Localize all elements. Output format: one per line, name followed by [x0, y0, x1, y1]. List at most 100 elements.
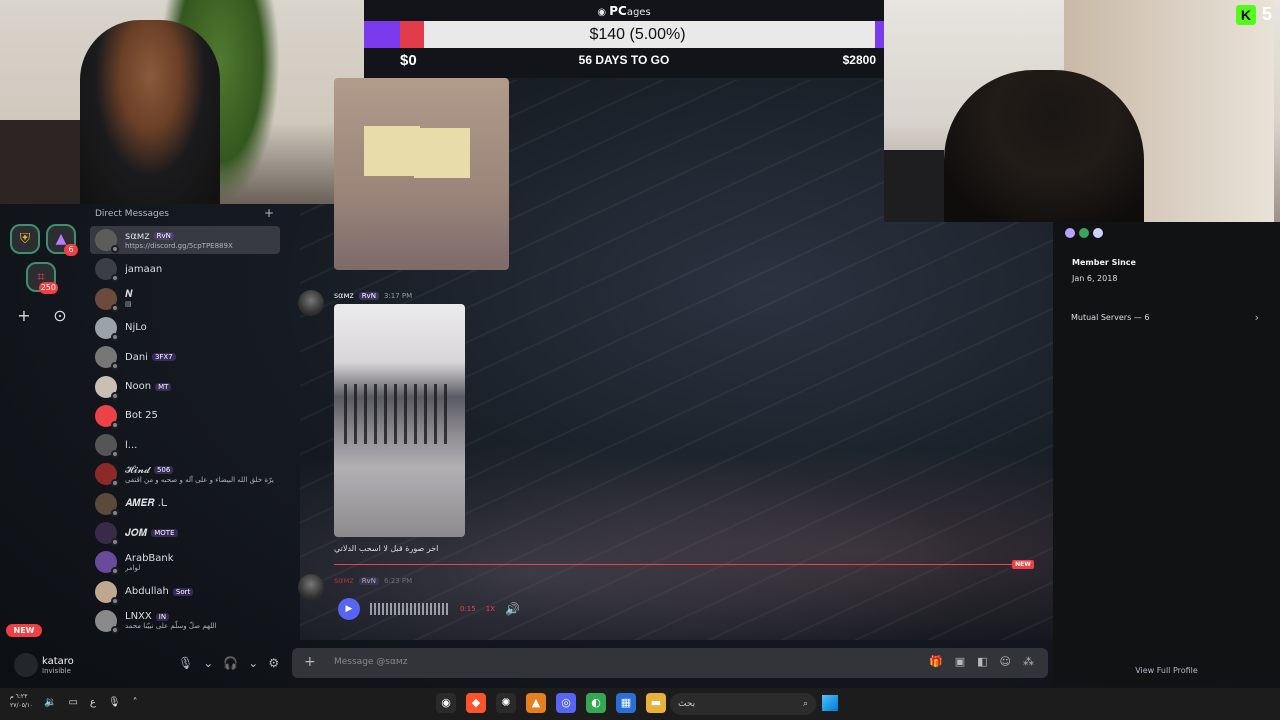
goal-title: ◉ PCages: [364, 4, 884, 18]
dm-item[interactable]: jamaan: [90, 255, 280, 283]
dm-name: Noon: [125, 381, 152, 392]
chair: [0, 120, 80, 204]
avatar: [95, 229, 119, 253]
avatar: [95, 522, 119, 546]
dm-item[interactable]: 𝑵 ▤: [90, 285, 280, 313]
status-indicator: [111, 420, 119, 429]
dm-item[interactable]: ArabBank لوامر: [90, 548, 280, 576]
message-composer[interactable]: + Message @sαмz 🎁 ▣ ◧ ☺ ⁂: [292, 648, 1048, 678]
discover-icon[interactable]: ⊙: [50, 306, 70, 326]
dm-item[interactable]: Dani 3FX7: [90, 343, 280, 371]
chevron-down-icon[interactable]: ⌄: [203, 656, 213, 670]
headphones-icon[interactable]: 🎧: [223, 656, 238, 670]
chatgpt-icon[interactable]: ✺: [496, 693, 516, 713]
status-indicator: [111, 391, 119, 400]
play-icon[interactable]: ▶: [338, 598, 360, 620]
boost-badge-icon[interactable]: [1093, 228, 1103, 238]
gear-icon[interactable]: ⚙: [268, 656, 279, 670]
server-tag: Sort: [172, 587, 194, 596]
vlc-icon[interactable]: ▲: [526, 693, 546, 713]
user-name: kataro: [42, 655, 74, 667]
sticker-icon[interactable]: ◧: [977, 655, 987, 668]
dm-name-row: Noon MT: [125, 381, 172, 392]
server-shield[interactable]: ⛨: [10, 224, 40, 254]
waveform[interactable]: [370, 603, 450, 615]
file-explorer-icon[interactable]: ▬: [646, 693, 666, 713]
obs-icon[interactable]: ◉: [436, 693, 456, 713]
composer-placeholder[interactable]: Message @sαмz: [334, 657, 407, 667]
image-attachment-gym[interactable]: [334, 304, 465, 537]
chevron-down-icon[interactable]: ⌄: [248, 656, 258, 670]
dm-item[interactable]: LNXX IN اللهم صلّ وسلّم على نبيّنا محمد: [90, 607, 280, 635]
windows-taskbar: ٦:٢٣ م ٢٧/٠٥/١٠ 🔉 ▭ ع 🎙 ˄ ◉ ◆ ✺ ▲ ◎ ◐ ▦ …: [0, 688, 1280, 720]
dm-name-row: sαмz RvN: [125, 231, 233, 242]
emoji-icon[interactable]: ☺: [1000, 655, 1011, 668]
add-server-icon[interactable]: +: [14, 306, 34, 326]
chrome-icon[interactable]: ◐: [586, 693, 606, 713]
playback-speed[interactable]: 1X: [486, 605, 495, 613]
user-avatar[interactable]: [14, 653, 38, 677]
dm-name: Dani: [125, 351, 148, 363]
goal-days-left: 56 DAYS TO GO: [578, 53, 670, 67]
webcam-left: [0, 0, 364, 204]
server-folder[interactable]: ⌗ 250: [26, 262, 58, 294]
dm-item[interactable]: Noon MT: [90, 373, 280, 401]
windows-start-icon[interactable]: [822, 695, 838, 711]
volume-icon[interactable]: 🔉: [44, 697, 56, 708]
nitro-badge-icon[interactable]: [1079, 228, 1089, 238]
add-attachment-icon[interactable]: +: [304, 654, 316, 670]
volume-icon[interactable]: 🔊: [505, 602, 520, 616]
message-author[interactable]: sαмz: [334, 291, 354, 300]
dm-item[interactable]: 𝓗𝓲𝓷𝓭 506 يرّة خلق الله البيضاء و على آله و…: [90, 460, 280, 488]
server-tag: 506: [153, 466, 174, 475]
dm-name: LNXX: [125, 611, 152, 623]
view-full-profile-link[interactable]: View Full Profile: [1053, 666, 1280, 675]
dm-item[interactable]: 𝑱𝑶𝑴 MOTE: [90, 519, 280, 547]
server-rail: ⛨ ▲ 6 ⌗ 250 + ⊙: [0, 204, 84, 644]
hypesquad-badge-icon[interactable]: [1065, 228, 1075, 238]
dm-name: l...: [125, 439, 138, 451]
apps-icon[interactable]: ⁂: [1023, 655, 1034, 668]
avatar: [95, 404, 119, 429]
new-dm-icon[interactable]: +: [264, 206, 274, 220]
dm-item[interactable]: Abdullah Sort: [90, 578, 280, 606]
message-avatar[interactable]: [298, 574, 324, 600]
dm-item[interactable]: l...: [90, 431, 280, 459]
avatar: [95, 434, 119, 459]
dm-name-row: 𝑨𝑴𝑬𝑹 .ـأ: [125, 498, 167, 509]
mention-badge: 250: [38, 282, 58, 294]
taskbar-search[interactable]: بحث ⌕: [670, 693, 816, 715]
network-icon[interactable]: ▭: [68, 697, 77, 708]
server-triangle[interactable]: ▲ 6: [46, 224, 78, 256]
goal-title-suffix: ages: [626, 7, 651, 18]
chair: [884, 150, 944, 222]
avatar: [95, 463, 119, 488]
discord-icon[interactable]: ◎: [556, 693, 576, 713]
clock[interactable]: ٦:٢٣ م ٢٧/٠٥/١٠: [10, 692, 33, 710]
language-indicator[interactable]: ع: [90, 697, 96, 708]
person: [944, 70, 1144, 222]
message-avatar[interactable]: [298, 290, 324, 316]
message-author[interactable]: sαмz: [334, 576, 354, 585]
gift-icon[interactable]: 🎁: [929, 655, 943, 668]
mutual-servers-row[interactable]: Mutual Servers — 6 ›: [1065, 306, 1265, 328]
dm-item[interactable]: Bot 25: [90, 402, 280, 430]
avatar: [95, 258, 119, 283]
image-attachment-notes[interactable]: [334, 78, 509, 270]
chevron-up-icon[interactable]: ˄: [133, 697, 138, 708]
brave-icon[interactable]: ◆: [466, 693, 486, 713]
gif-icon[interactable]: ▣: [955, 655, 965, 668]
goal-progress-label: $140 (5.00%): [589, 26, 686, 43]
mic-icon[interactable]: 🎙: [108, 697, 121, 708]
new-unreads-pill[interactable]: NEW: [6, 624, 42, 637]
microphone-icon[interactable]: 🎙: [178, 656, 193, 670]
message-caption: اخر صورة قبل لا اسحب الدلاتي: [334, 544, 439, 553]
dm-name: 𝓗𝓲𝓷𝓭: [125, 464, 150, 476]
store-icon[interactable]: ▦: [616, 693, 636, 713]
dm-item[interactable]: sαмz RvN https://discord.gg/5cpTPE889X: [90, 226, 280, 254]
dm-name-row: ArabBank: [125, 553, 174, 564]
dm-item[interactable]: 𝑨𝑴𝑬𝑹 .ـأ: [90, 490, 280, 518]
dm-item[interactable]: NjLo: [90, 314, 280, 342]
status-indicator: [111, 538, 119, 546]
status-indicator: [111, 450, 119, 459]
